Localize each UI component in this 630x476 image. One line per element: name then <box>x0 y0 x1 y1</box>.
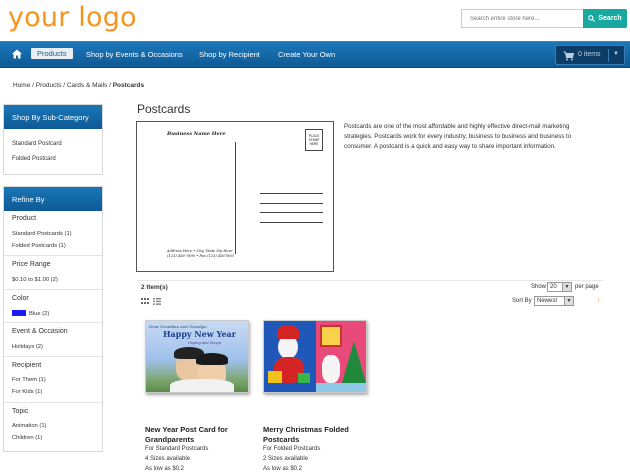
per-page-value: 20 <box>550 284 557 290</box>
postcard-divider <box>235 142 236 254</box>
color-swatch <box>12 310 26 316</box>
subcategory-box: Shop By Sub-Category Standard Postcard F… <box>3 104 103 175</box>
filter-option-blue[interactable]: Blue (2) <box>12 310 49 317</box>
address-line <box>260 203 323 204</box>
refine-title: Refine By <box>4 187 102 211</box>
divider <box>4 289 102 290</box>
filter-option[interactable]: Standard Postcards (1) <box>12 231 72 237</box>
stamp-text: HERE <box>309 142 319 146</box>
per-page-label: per page <box>575 284 599 290</box>
home-icon[interactable] <box>11 48 23 60</box>
product-card: Merry Christmas Folded Postcards For Fol… <box>263 320 375 472</box>
filter-option[interactable]: For Them (1) <box>12 377 46 383</box>
filter-option[interactable]: Animation (1) <box>12 423 46 429</box>
grid-view-icon[interactable] <box>141 298 149 305</box>
filter-heading-event: Event & Occasion <box>12 328 68 335</box>
card-text: Happy New Year <box>163 329 236 339</box>
sort-value: Newest <box>537 298 558 304</box>
cart-separator <box>608 49 609 62</box>
divider <box>4 402 102 403</box>
clothing <box>170 379 234 392</box>
santa-hat <box>277 325 299 339</box>
product-sizes: 4 Sizes available <box>145 456 191 462</box>
page-title: Postcards <box>137 102 191 116</box>
divider <box>4 322 102 323</box>
postcard-stamp-box: PLACE STAMP HERE <box>305 129 323 151</box>
filter-option[interactable]: Holidays (2) <box>12 344 43 350</box>
subcategory-standard-postcard[interactable]: Standard Postcard <box>12 141 62 147</box>
gift <box>298 373 310 383</box>
christmas-tree <box>342 341 366 383</box>
card-text: Hoping and Sonya <box>188 340 221 345</box>
postcard-business-name: Business Name Here <box>167 131 226 137</box>
product-image[interactable]: Dear Grandma and Grandpa Happy New Year … <box>145 320 249 393</box>
chevron-down-icon: ▼ <box>562 283 571 291</box>
product-type: For Standard Postcards <box>145 446 209 452</box>
search-bar: Search <box>461 9 627 28</box>
filter-option[interactable]: Folded Postcards (1) <box>12 243 66 249</box>
filter-heading-color: Color <box>12 295 29 302</box>
snowman <box>322 355 340 383</box>
sort-label: Sort By <box>512 298 532 304</box>
filter-option[interactable]: Children (1) <box>12 435 42 441</box>
cart-icon <box>563 51 574 61</box>
postcard-preview: Business Name Here PLACE STAMP HERE Addr… <box>136 121 334 272</box>
per-page-select[interactable]: 20 ▼ <box>547 282 572 292</box>
items-count: 2 Item(s) <box>141 284 168 291</box>
filter-heading-recipient: Recipient <box>12 362 42 369</box>
sort-direction-icon[interactable]: ↑ <box>597 297 601 304</box>
filter-heading-price: Price Range <box>12 261 51 268</box>
chevron-down-icon[interactable]: ▼ <box>613 51 619 57</box>
address-line <box>260 222 323 223</box>
address-text: (123) 456-7890 • Fax (123) 4567893 <box>167 254 234 258</box>
address-line <box>260 193 323 194</box>
divider <box>4 356 102 357</box>
breadcrumb-current: Postcards <box>112 82 145 89</box>
logo[interactable]: your logo <box>8 2 137 33</box>
nav-shop-by-events[interactable]: Shop by Events & Occasions <box>86 50 183 59</box>
product-image[interactable] <box>263 320 367 393</box>
divider <box>4 255 102 256</box>
address-line <box>260 212 323 213</box>
search-icon <box>588 15 596 22</box>
search-input[interactable] <box>461 9 583 28</box>
product-name[interactable]: New Year Post Card for Grandparents <box>145 425 257 445</box>
product-price: As low as $0.2 <box>145 466 185 472</box>
nav-create-your-own[interactable]: Create Your Own <box>278 50 335 59</box>
results-toolbar: 2 Item(s) Show 20 ▼ per page <box>137 280 603 293</box>
list-view-icon[interactable] <box>153 298 161 305</box>
filter-option[interactable]: For Kids (1) <box>12 389 42 395</box>
filter-option-label: Blue (2) <box>29 311 50 317</box>
child-hair <box>196 353 228 365</box>
refine-box: Refine By Product Standard Postcards (1)… <box>3 186 103 452</box>
filter-option[interactable]: $0.10 to $1.00 (2) <box>12 277 58 283</box>
cart-button[interactable]: 0 items ▼ <box>555 45 625 65</box>
product-sizes: 2 Sizes available <box>263 456 309 462</box>
floor <box>316 383 366 392</box>
product-type: For Folded Postcards <box>263 446 321 452</box>
product-card: Dear Grandma and Grandpa Happy New Year … <box>145 320 257 472</box>
cart-count: 0 items <box>578 51 601 58</box>
subcategory-folded-postcard[interactable]: Folded Postcard <box>12 156 56 162</box>
window <box>320 325 342 347</box>
gift <box>268 371 282 383</box>
nav-products[interactable]: Products <box>31 48 73 59</box>
filter-heading-topic: Topic <box>12 408 29 415</box>
show-label: Show <box>531 284 547 290</box>
view-sort-toolbar: Sort By Newest ▼ ↑ <box>137 295 603 308</box>
breadcrumb-trail[interactable]: Home / Products / Cards & Mails / <box>13 82 113 89</box>
breadcrumb: Home / Products / Cards & Mails / Postca… <box>13 82 144 89</box>
search-button[interactable]: Search <box>583 9 627 28</box>
product-name[interactable]: Merry Christmas Folded Postcards <box>263 425 375 445</box>
nav-shop-by-recipient[interactable]: Shop by Recipient <box>199 50 260 59</box>
search-button-label: Search <box>598 15 622 22</box>
filter-heading-product: Product <box>12 215 37 222</box>
main-nav: Products Shop by Events & Occasions Shop… <box>0 41 630 68</box>
subcategory-title: Shop By Sub-Category <box>4 105 102 129</box>
chevron-down-icon: ▼ <box>564 297 573 305</box>
sort-select[interactable]: Newest ▼ <box>534 296 574 306</box>
category-description: Postcards are one of the most affordable… <box>344 123 572 150</box>
product-price: As low as $0.2 <box>263 466 303 472</box>
postcard-return-address: Address Here • City, State Zip Here (123… <box>167 249 234 259</box>
